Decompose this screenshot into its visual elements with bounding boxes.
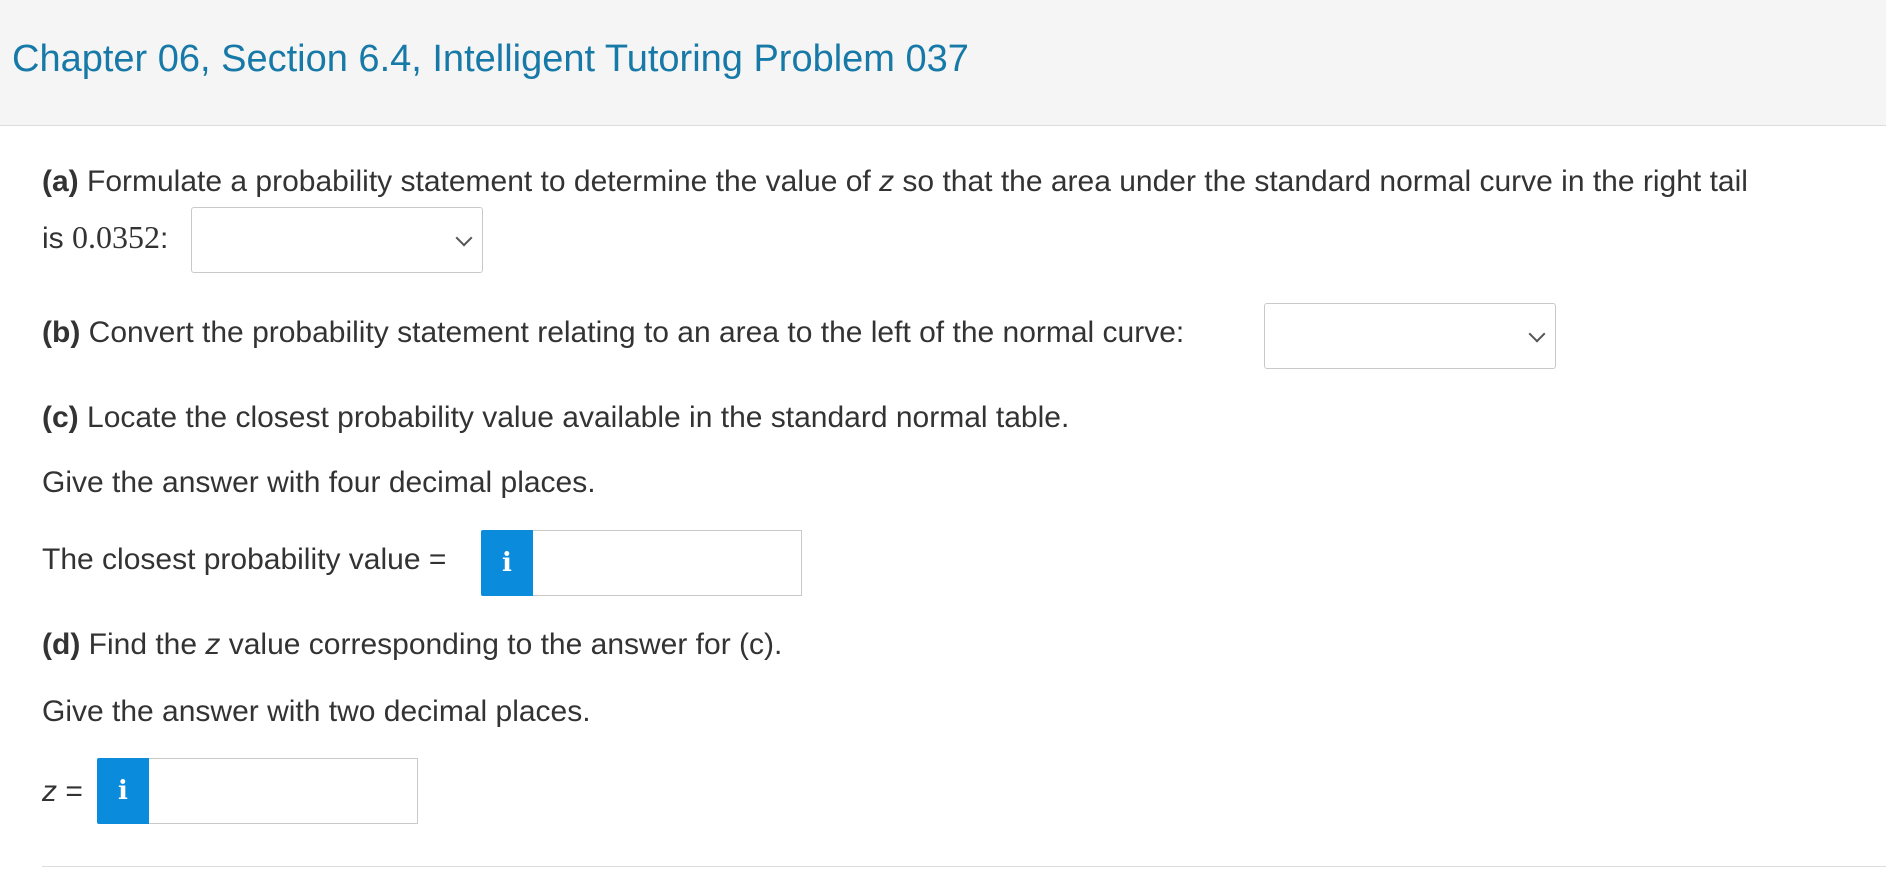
part-c-answer-group: i [481,530,802,596]
part-b-label: (b) [42,316,81,349]
page-header: Chapter 06, Section 6.4, Intelligent Tut… [0,0,1886,126]
part-d-answer-input[interactable] [149,758,418,824]
part-a-text-cont: so that the area under the standard norm… [894,165,1748,198]
part-c-answer-label: The closest probability value = [42,543,447,576]
part-d-label: (d) [42,628,81,661]
part-d-answer-variable: z [42,775,57,808]
part-a-prompt-line2: is 0.0352: [42,217,168,259]
part-c-instruction: Give the answer with four decimal places… [42,466,596,499]
part-d-variable: z [205,628,221,661]
part-d-text: Find the [80,628,206,661]
page-title: Chapter 06, Section 6.4, Intelligent Tut… [12,38,969,80]
part-a-value: 0.0352 [72,219,160,255]
part-d-prompt: (d) Find the z value corresponding to th… [42,625,782,665]
part-d-text-cont: value corresponding to the answer for (c… [220,628,783,661]
chevron-down-icon [1528,325,1546,343]
part-d-answer-group: i [97,758,418,824]
divider [42,866,1886,867]
part-b-text: Convert the probability statement relati… [80,316,1185,349]
part-b-prompt: (b) Convert the probability statement re… [42,313,1184,353]
part-a-colon: : [160,222,169,255]
part-c-prompt: (c) Locate the closest probability value… [42,398,1069,438]
part-a-text: Formulate a probability statement to det… [78,165,880,198]
part-a-prompt: (a) Formulate a probability statement to… [42,162,1748,202]
info-icon[interactable]: i [481,530,533,596]
info-icon[interactable]: i [97,758,149,824]
part-c-label: (c) [42,401,79,434]
part-d-answer-label: z = [42,772,83,812]
part-d-answer-eq: = [57,775,83,808]
part-a-label: (a) [42,165,79,198]
part-c-answer-input[interactable] [533,530,802,596]
part-a-is: is [42,222,72,255]
part-a-dropdown[interactable] [191,207,483,273]
part-c-text: Locate the closest probability value ava… [78,401,1070,434]
part-b-dropdown[interactable] [1264,303,1556,369]
chevron-down-icon [455,229,473,247]
part-a-variable: z [879,165,895,198]
part-d-instruction: Give the answer with two decimal places. [42,695,591,728]
